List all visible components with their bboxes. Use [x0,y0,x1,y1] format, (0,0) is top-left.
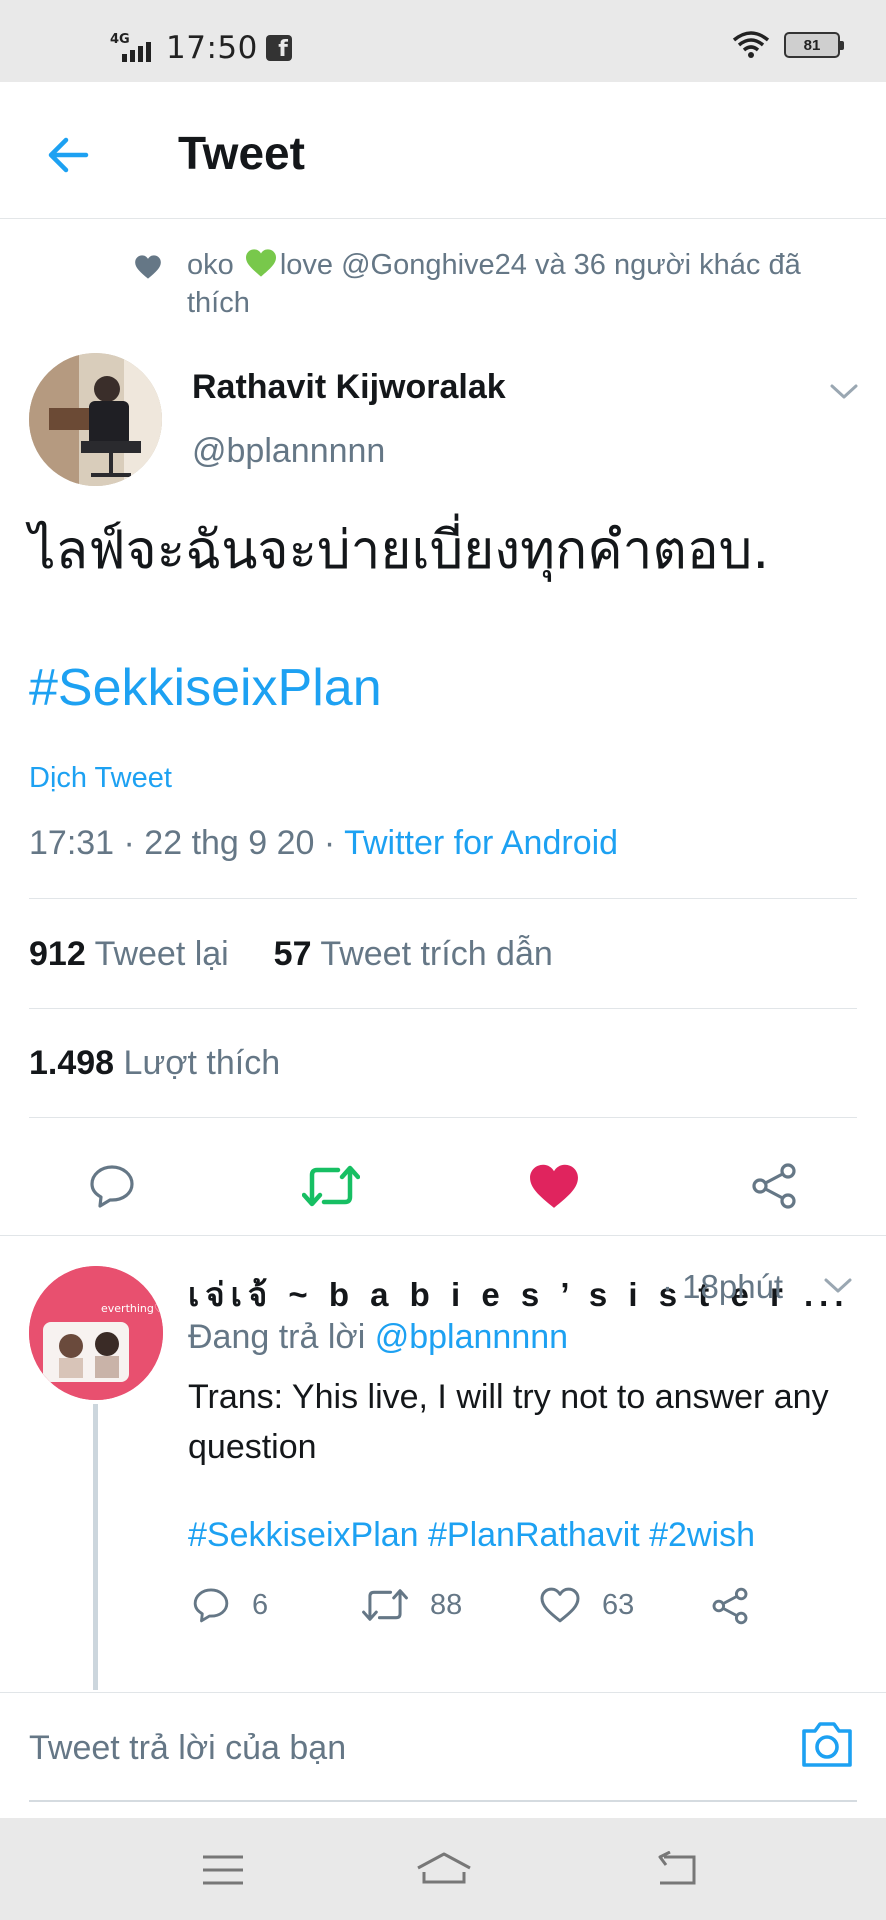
share-icon [712,1587,748,1625]
heart-filled-icon [530,1164,578,1208]
translate-tweet-link[interactable]: Dịch Tweet [29,762,172,795]
page-title: Tweet [178,127,305,179]
reply-author-avatar[interactable]: everthing♡y [29,1266,163,1400]
reply-reply-count: 6 [252,1588,269,1621]
chevron-down-icon [824,1278,852,1293]
share-button[interactable] [742,1154,806,1218]
retweets-stat[interactable]: 912 Tweet lại [29,935,229,973]
back-button[interactable] [40,127,96,183]
status-time: 17:50 [166,30,258,66]
back-nav-icon [658,1851,696,1885]
tweet-actions-bar [0,1140,886,1236]
reply-hashtags-link[interactable]: #SekkiseixPlan #PlanRathavit #2wish [188,1516,755,1555]
divider [29,898,857,899]
reply-retweet-count: 88 [430,1588,463,1621]
author-name[interactable]: Rathavit Kijworalak [192,368,506,407]
liked-by-suffix: love @Gonghive24 và 36 người khác đã thí… [187,249,801,319]
facebook-icon: f [265,35,292,61]
retweet-stats-row: 912 Tweet lại 57 Tweet trích dẫn [29,935,553,974]
divider [29,1008,857,1009]
tweet-source-link[interactable]: Twitter for Android [344,824,618,862]
green-heart-emoji-icon [245,249,276,277]
retweet-button[interactable] [299,1154,363,1218]
tweet-meta: 17:31 · 22 thg 9 20 · Twitter for Androi… [29,824,618,863]
camera-icon [802,1722,852,1767]
reply-avatar-art: everthing♡y [29,1266,163,1400]
tweet-options-button[interactable] [826,376,862,406]
tweet-timestamp: 17:31 · 22 thg 9 20 · [29,824,345,862]
likes-stats-row[interactable]: 1.498 Lượt thích [29,1044,280,1083]
chevron-down-icon [830,384,858,399]
reply-like-button[interactable]: 63 [540,1586,634,1624]
camera-button[interactable] [798,1715,856,1773]
reply-time: · 18phút [662,1268,784,1305]
reply-like-count: 63 [602,1588,635,1621]
system-nav-bar [0,1818,886,1920]
retweet-icon [302,1165,360,1207]
reply-bubble-icon [90,1165,134,1208]
retweet-icon [362,1589,408,1621]
retweets-label: Tweet lại [85,935,229,973]
reply-button[interactable] [80,1154,144,1218]
reply-actions-bar: 6 88 63 [188,1586,868,1636]
reply-avatar-text: everthing♡y [101,1302,163,1315]
battery-level: 81 [803,36,821,54]
reply-text: Trans: Yhis live, I will try not to answ… [188,1378,829,1466]
menu-icon [203,1855,243,1885]
quotes-stat[interactable]: 57 Tweet trích dẫn [274,935,553,973]
app-header: Tweet [0,82,886,219]
reply-retweet-button[interactable]: 88 [362,1586,462,1624]
retweets-count: 912 [29,935,86,973]
arrow-left-icon [48,137,89,173]
home-button[interactable] [414,1848,474,1892]
reply-reply-button[interactable]: 6 [192,1586,268,1624]
quotes-count: 57 [273,935,312,973]
status-bar-right: 81 [732,30,844,60]
tweet-text: ไลฟ์จะฉันจะบ่ายเบี่ยงทุกคำตอบ. [29,520,770,581]
signal-icon: 4G [108,30,158,66]
tweet-hashtag-link[interactable]: #SekkiseixPlan [29,658,382,718]
avatar-photo [29,353,162,486]
battery-icon: 81 [784,32,844,58]
like-button[interactable] [522,1154,586,1218]
likes-label: Lượt thích [114,1044,281,1082]
section-separator [0,1235,886,1236]
reply-compose-bar: Tweet trả lời của bạn [0,1693,886,1803]
likes-count: 1.498 [29,1044,115,1082]
back-nav-button[interactable] [646,1848,706,1892]
liked-by-prefix: oko [187,249,242,281]
heart-outline-icon [540,1587,580,1623]
status-bar-left: 4G 17:50 f [108,26,292,70]
heart-icon [135,255,161,279]
status-bar: 4G 17:50 f 81 [0,0,886,82]
compose-underline [29,1800,857,1802]
recent-apps-button[interactable] [193,1848,253,1892]
reply-bubble-icon [193,1588,229,1623]
reply-share-button[interactable] [710,1586,750,1626]
replying-prefix: Đang trả lời [188,1318,375,1356]
divider [29,1117,857,1118]
liked-by-context[interactable]: oko love @Gonghive24 và 36 người khác đã… [134,246,854,322]
quotes-label: Tweet trích dẫn [311,935,553,973]
author-handle[interactable]: @bplannnnn [192,432,385,471]
author-avatar[interactable] [29,353,162,486]
replying-to: Đang trả lời @bplannnnn [188,1318,568,1357]
share-icon [752,1163,796,1209]
replying-handle-link[interactable]: @bplannnnn [375,1318,568,1356]
home-icon [417,1852,471,1884]
wifi-icon [732,31,770,58]
reply-compose-input[interactable]: Tweet trả lời của bạn [29,1729,346,1768]
thread-line [93,1404,98,1690]
reply-options-button[interactable] [820,1270,856,1300]
